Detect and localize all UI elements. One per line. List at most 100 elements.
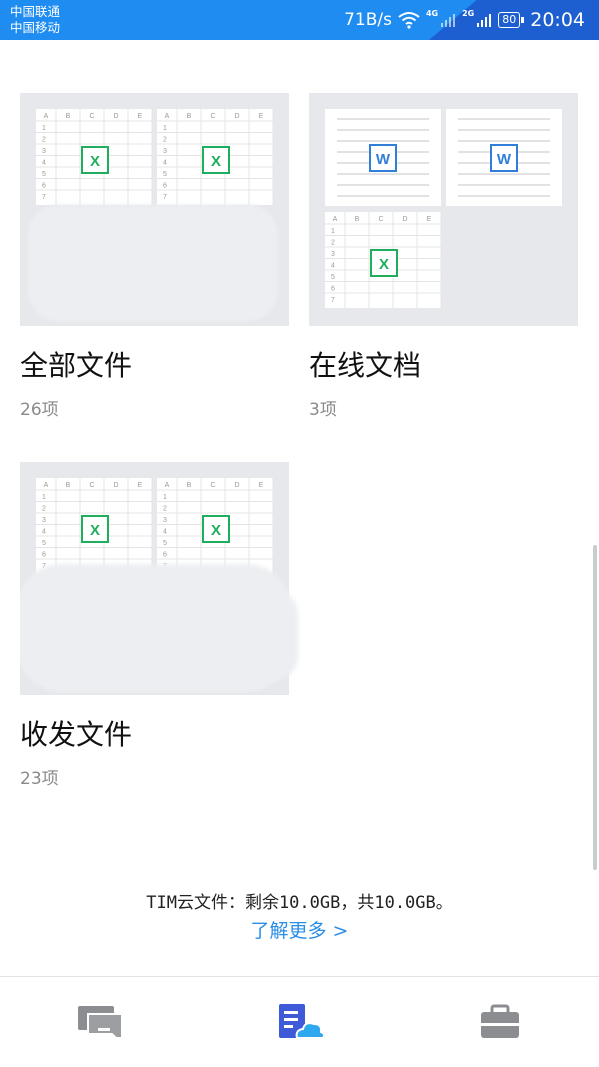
row-header: 5	[163, 540, 167, 547]
carrier-1: 中国联通	[10, 4, 61, 19]
row-header: 3	[42, 148, 46, 155]
column-header: C	[210, 113, 215, 120]
carrier-2: 中国移动	[10, 20, 61, 35]
row-header: 6	[42, 552, 46, 559]
folder-card-sent-received[interactable]: ABCDE1234567X ABCDE1234567X 收发文件 23项	[20, 462, 289, 792]
folder-thumbnail: ABCDE1234567X ABCDE1234567X	[20, 462, 289, 695]
row-header: 7	[331, 297, 335, 304]
row-header: 5	[163, 171, 167, 178]
sheet-preview-right: ABCDE1234567X	[157, 478, 274, 574]
column-header: D	[113, 482, 118, 489]
row-header: 3	[163, 148, 167, 155]
column-header: D	[402, 216, 407, 223]
row-header: 1	[42, 494, 46, 501]
status-indicators: 71B/s 4G 2G 80 20:04	[344, 0, 585, 40]
column-header: B	[187, 113, 192, 120]
row-header: 2	[163, 506, 167, 513]
net-speed: 71B/s	[344, 10, 392, 30]
signal-2g-icon	[477, 14, 492, 27]
column-header: C	[89, 113, 94, 120]
sheet-preview-left: ABCDE1234567X	[36, 109, 153, 205]
row-header: 4	[42, 529, 46, 536]
row-header: 1	[163, 125, 167, 132]
row-header: 6	[163, 552, 167, 559]
word-glyph: W	[497, 151, 512, 168]
column-header: A	[165, 482, 170, 489]
column-header: B	[187, 482, 192, 489]
column-header: C	[210, 482, 215, 489]
net-4g-label: 4G	[425, 9, 439, 18]
column-header: A	[44, 482, 49, 489]
row-header: 4	[42, 160, 46, 167]
redacted-area-edge	[250, 590, 298, 680]
redacted-area	[20, 564, 289, 692]
column-header: E	[259, 482, 264, 489]
row-header: 4	[163, 160, 167, 167]
folder-title: 在线文档	[309, 349, 422, 382]
doc-preview-left: W	[325, 109, 441, 206]
row-header: 6	[42, 183, 46, 190]
folder-card-all-files[interactable]: A B C D E 1 2 3 4 5 6 7 X A B C D E 1 2 3 4 5 6 7 X 全部文件 26项	[20, 93, 289, 423]
signal-4g-icon	[441, 14, 456, 27]
row-header: 5	[42, 540, 46, 547]
scrollbar-thumb[interactable]	[593, 545, 597, 870]
column-header: E	[259, 113, 264, 120]
tab-messages[interactable]	[70, 997, 130, 1047]
row-header: 3	[331, 251, 335, 258]
storage-note: TIM云文件：剩余10.0GB，共10.0GB。	[146, 893, 453, 913]
column-header: E	[138, 482, 143, 489]
column-header: B	[66, 113, 71, 120]
excel-glyph: X	[211, 522, 221, 539]
folder-title: 收发文件	[20, 718, 133, 751]
files-tab-icon	[279, 1004, 326, 1039]
folder-count: 23项	[20, 769, 59, 789]
row-header: 2	[42, 137, 46, 144]
column-header: D	[234, 113, 239, 120]
excel-glyph: X	[90, 153, 100, 170]
column-header: A	[333, 216, 338, 223]
row-header: 2	[163, 137, 167, 144]
row-header: 4	[163, 529, 167, 536]
battery-icon: 80	[498, 12, 525, 28]
wifi-icon	[398, 12, 420, 29]
row-header: 5	[42, 171, 46, 178]
column-header: C	[89, 482, 94, 489]
folder-count: 26项	[20, 400, 59, 420]
messages-tab-icon	[78, 1006, 123, 1039]
row-header: 1	[331, 228, 335, 235]
folder-count: 3项	[309, 400, 337, 420]
column-header: B	[66, 482, 71, 489]
folder-thumbnail: ABCDE1234567X ABCDE1234567X	[20, 93, 289, 326]
row-header: 7	[42, 194, 46, 201]
excel-glyph: X	[211, 153, 221, 170]
bottom-tab-bar	[0, 976, 599, 1067]
column-header: E	[427, 216, 432, 223]
folder-thumbnail: W W A B C D E 1 2 3 4 5 6 7 X	[309, 93, 578, 326]
column-header: D	[234, 482, 239, 489]
column-header: B	[355, 216, 360, 223]
word-glyph: W	[376, 151, 391, 168]
row-header: 2	[42, 506, 46, 513]
sheet-preview-left: ABCDE1234567X	[36, 478, 153, 574]
row-header: 2	[331, 240, 335, 247]
learn-more-link[interactable]: 了解更多 >	[0, 916, 599, 943]
column-header: E	[138, 113, 143, 120]
row-header: 6	[163, 183, 167, 190]
tab-work[interactable]	[470, 997, 530, 1047]
column-header: A	[165, 113, 170, 120]
row-header: 3	[42, 517, 46, 524]
excel-glyph: X	[379, 256, 389, 273]
folder-card-online-docs[interactable]: W W A B C D E 1 2 3 4 5 6 7 X 在线文档 3项	[309, 93, 578, 423]
net-2g-label: 2G	[462, 9, 475, 18]
redacted-area	[28, 205, 278, 321]
doc-preview-right: W	[446, 109, 562, 206]
row-header: 1	[42, 125, 46, 132]
folder-title: 全部文件	[20, 349, 133, 382]
clock: 20:04	[530, 9, 585, 31]
tab-files[interactable]	[270, 997, 330, 1047]
docs-preview: W W A B C D E 1 2 3 4 5 6 7 X	[325, 109, 562, 308]
column-header: C	[378, 216, 383, 223]
status-bar: 中国联通 中国移动 71B/s 4G 2G 80 20:04	[0, 0, 599, 40]
column-header: D	[113, 113, 118, 120]
carrier-labels: 中国联通 中国移动	[10, 4, 60, 36]
